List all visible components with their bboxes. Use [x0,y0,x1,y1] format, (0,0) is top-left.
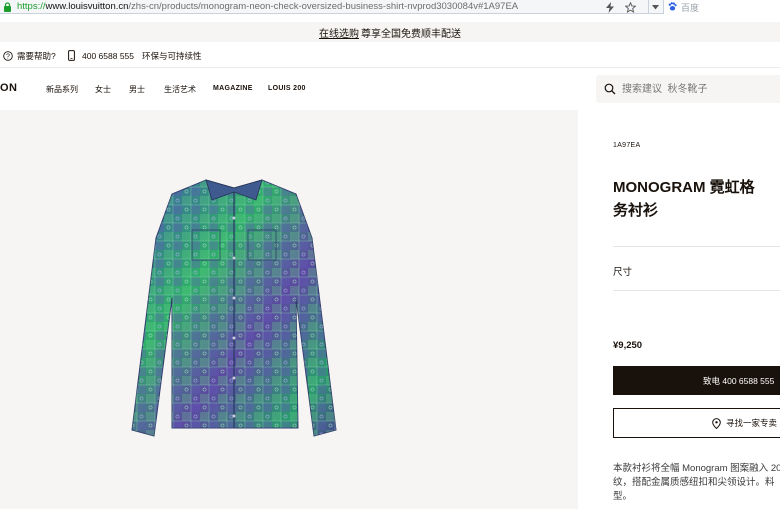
browser-search-placeholder: 百度 [681,3,700,13]
size-selector[interactable]: 尺寸 [613,264,632,278]
browser-search-box[interactable]: 百度 [663,0,780,14]
main-nav: ON 新品系列 女士 男士 生活艺术 MAGAZINE LOUIS 200 [0,68,780,109]
find-store-button[interactable]: 寻找一家专卖 [613,408,780,438]
product-sku: 1A97EA [613,142,641,149]
location-pin-icon [712,417,721,429]
svg-text:?: ? [6,53,10,60]
description-line: 本款衬衫将全幅 Monogram 图案融入 20 [613,463,780,474]
star-icon[interactable] [624,1,636,13]
product-name-line1: MONOGRAM 霓虹格 [613,179,755,196]
product-image-shirt [131,179,337,437]
product-name-line2: 务衬衫 [613,202,659,219]
help-link[interactable]: ? 需要帮助? [3,50,56,62]
divider [613,246,780,247]
nav-item-magazine[interactable]: MAGAZINE [213,85,253,92]
dropdown-icon[interactable] [648,0,662,14]
nav-item-women[interactable]: 女士 [95,84,111,95]
promo-banner: 在线选购 尊享全国免费顺丰配送 [0,22,780,42]
baidu-paw-icon [668,2,677,11]
url-path: /zhs-cn/products/monogram-neon-check-ove… [128,1,519,12]
product-description: 本款衬衫将全幅 Monogram 图案融入 20 纹，搭配金属质感纽扣和尖领设计… [613,462,780,504]
site-search[interactable] [596,75,780,103]
help-icon: ? [3,51,13,61]
description-line: 纹，搭配金属质感纽扣和尖领设计。料 [613,477,775,488]
promo-link[interactable]: 在线选购 [319,25,359,40]
lock-icon [4,2,11,12]
sustainability-label: 环保与可持续性 [142,51,202,61]
url-scheme: https:// [17,1,46,12]
product-details: 1A97EA MONOGRAM 霓虹格 务衬衫 尺寸 ¥9,250 致电 400… [578,110,780,509]
search-input[interactable] [622,81,772,97]
phone-icon [68,50,75,61]
divider [613,290,780,291]
browser-address-bar[interactable]: https://www.louisvuitton.cn/zhs-cn/produ… [0,0,780,14]
call-button[interactable]: 致电 400 6588 555 [613,366,780,395]
help-label: 需要帮助? [17,51,56,61]
phone-link[interactable]: 400 6588 555 [68,50,134,61]
utility-bar: ? 需要帮助? 400 6588 555 环保与可持续性 [0,42,780,68]
sustainability-link[interactable]: 环保与可持续性 [142,50,202,62]
description-line: 型。 [613,491,633,502]
product-image-panel[interactable] [0,110,578,509]
brand-logo[interactable]: ON [0,82,18,94]
address-url[interactable]: https://www.louisvuitton.cn/zhs-cn/produ… [17,1,518,12]
nav-item-louis-200[interactable]: LOUIS 200 [268,85,306,92]
product-name: MONOGRAM 霓虹格 务衬衫 [613,176,780,222]
nav-item-new[interactable]: 新品系列 [46,84,78,95]
promo-text: 尊享全国免费顺丰配送 [361,28,461,40]
find-store-label: 寻找一家专卖 [726,418,778,428]
search-icon [604,83,616,95]
product-price: ¥9,250 [613,340,643,351]
nav-item-men[interactable]: 男士 [129,84,145,95]
flash-icon[interactable] [604,1,616,13]
phone-number: 400 6588 555 [82,50,134,61]
nav-item-art-of-living[interactable]: 生活艺术 [164,84,196,95]
url-host: www.louisvuitton.cn [45,1,129,12]
